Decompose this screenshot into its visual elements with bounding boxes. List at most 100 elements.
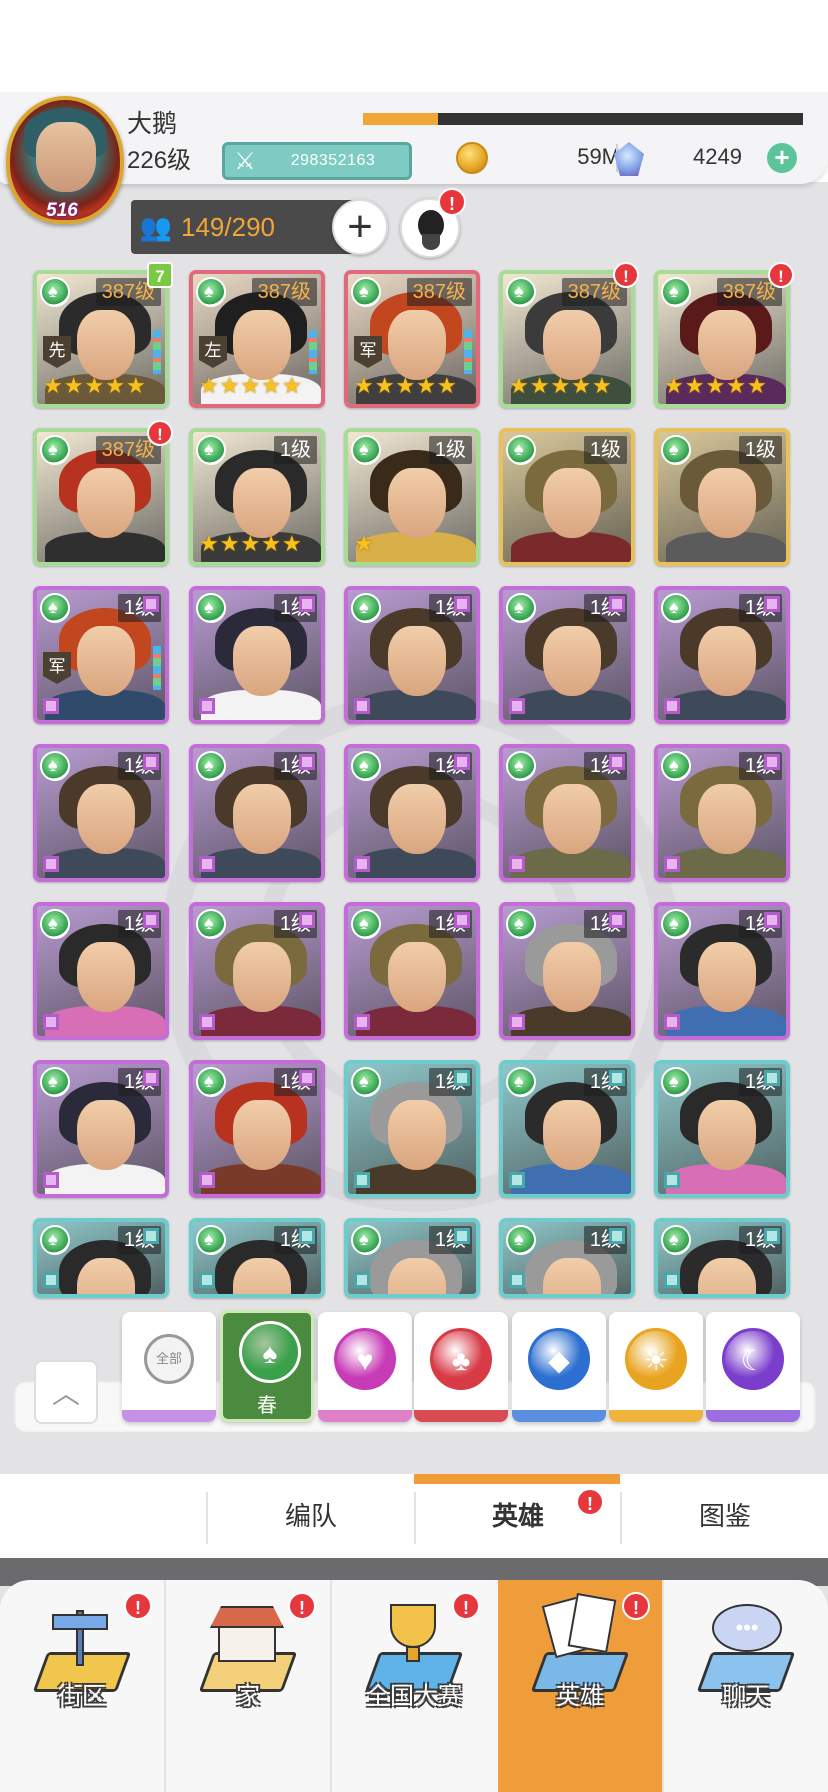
nav-heroes[interactable]: 英雄 ! [498,1580,662,1792]
heart-faction-icon: ♥ [334,1328,396,1390]
tab-formation[interactable]: 编队 [208,1474,414,1558]
hero-card[interactable]: 1级 [344,744,480,882]
add-gem-button[interactable]: + [767,143,797,173]
hero-card[interactable]: 1级 [344,586,480,724]
spade-faction-icon [661,593,691,623]
hero-card[interactable]: 1级 [33,1218,169,1298]
spade-faction-icon [661,909,691,939]
nav-chat[interactable]: ••• 聊天 [664,1580,828,1792]
hero-card[interactable]: 387级军★★★★★ [344,270,480,408]
filter-club[interactable]: ♣ [414,1312,508,1422]
nav-home-label: 家 [236,1683,260,1710]
spade-faction-icon [506,1067,536,1097]
hero-face [698,626,756,696]
tab-heroes[interactable]: 英雄 [416,1474,620,1558]
hero-card[interactable]: 1级 [654,1218,790,1298]
star-icon: ★ [219,373,240,398]
spade-faction-icon [40,1225,70,1255]
hero-face [698,468,756,538]
filter-moon[interactable]: ☾ [706,1312,800,1422]
hero-card[interactable]: 1级 [499,744,635,882]
nav-street[interactable]: 街区 ! [0,1580,164,1792]
hero-stars: ★ [354,532,374,556]
hero-card[interactable]: 1级 [189,1060,325,1198]
hero-card[interactable]: 387级★★★★★ [654,270,790,408]
filter-spring[interactable]: ♠ 春 [220,1310,314,1422]
hero-card[interactable]: 1级 [654,586,790,724]
spade-faction-icon [351,1225,381,1255]
hero-face [698,1100,756,1170]
rarity-marker [199,698,215,714]
tab-gallery[interactable]: 图鉴 [622,1474,828,1558]
rarity-marker [509,1172,525,1188]
hero-card[interactable]: 1级 [33,1060,169,1198]
rarity-marker [354,698,370,714]
hero-card[interactable]: 1级 [189,744,325,882]
hero-card[interactable]: 1级 [499,1060,635,1198]
hero-card[interactable]: 1级 [344,1218,480,1298]
hero-card[interactable]: 1级军 [33,586,169,724]
nav-tournament[interactable]: 全国大赛 ! [332,1580,496,1792]
hero-face [233,310,291,380]
star-icon: ★ [281,373,302,398]
filter-heart[interactable]: ♥ [318,1312,412,1422]
combat-power[interactable]: ⚔ 298352163 [222,142,412,180]
star-icon: ★ [84,373,105,398]
hero-card[interactable]: 1级 [33,744,169,882]
hero-stars: ★ ★ ★ ★ ★ [664,374,767,398]
chat-bubble: ••• [712,1604,782,1652]
star-icon: ★ [199,531,219,556]
hero-card[interactable]: 1级 [499,428,635,566]
hero-card[interactable]: 1级 [654,902,790,1040]
nav-home[interactable]: 家 ! [166,1580,330,1792]
hero-card[interactable]: 387级 [33,428,169,566]
rarity-marker [664,1172,680,1188]
hero-card[interactable]: 1级 [654,1060,790,1198]
filter-sun[interactable]: ☀ [609,1312,703,1422]
hero-card[interactable]: 1级 [189,586,325,724]
hero-card[interactable]: 1级★★★★★ [189,428,325,566]
diamond-symbol: ◆ [548,1345,570,1376]
star-icon: ★ [354,531,374,556]
star-icon: ★ [374,373,395,398]
rarity-marker [354,856,370,872]
hero-card[interactable]: 387级★★★★★ [499,270,635,408]
scroll-to-top-button[interactable]: ︿ [34,1360,98,1424]
hero-face [543,784,601,854]
hero-face [543,626,601,696]
sun-faction-icon: ☀ [625,1328,687,1390]
rarity-marker [143,754,159,770]
rarity-marker [509,856,525,872]
hero-card[interactable]: 387级先★★★★★ [33,270,169,408]
hero-face [233,626,291,696]
hero-card[interactable]: 1级 [33,902,169,1040]
star-icon: ★ [664,373,684,398]
star-icon: ★ [105,373,125,398]
hero-card[interactable]: 1级 [189,902,325,1040]
rarity-marker [664,1014,680,1030]
filter-diamond[interactable]: ◆ [512,1312,606,1422]
hero-grid[interactable]: 387级先★★★★★7387级左★★★★★387级军★★★★★387级★★★★★… [0,262,828,1302]
hero-card[interactable]: 1级 [654,428,790,566]
hero-card[interactable]: 1级 [499,902,635,1040]
hero-card[interactable]: 387级左★★★★★ [189,270,325,408]
hero-card[interactable]: 1级 [499,1218,635,1298]
hero-card[interactable]: 1级 ★ [344,428,480,566]
star-icon: ★ [219,531,240,556]
filter-color-strip [512,1410,606,1422]
hero-face [233,468,291,538]
house-roof [210,1606,284,1628]
hero-card[interactable]: 1级 [344,1060,480,1198]
star-icon: ★ [571,373,591,398]
hero-card[interactable]: 1级 [189,1218,325,1298]
filter-all[interactable]: 全部 [122,1312,216,1422]
hero-card[interactable]: 1级 [499,586,635,724]
hero-card[interactable]: 1级 [344,902,480,1040]
hero-card[interactable]: 1级 [654,744,790,882]
expand-capacity-button[interactable]: + [332,199,388,255]
people-icon: 👥 [139,211,173,242]
star-icon: ★ [591,373,612,398]
spade-faction-icon [40,593,70,623]
hero-level: 1级 [738,436,782,464]
rarity-marker [764,754,780,770]
